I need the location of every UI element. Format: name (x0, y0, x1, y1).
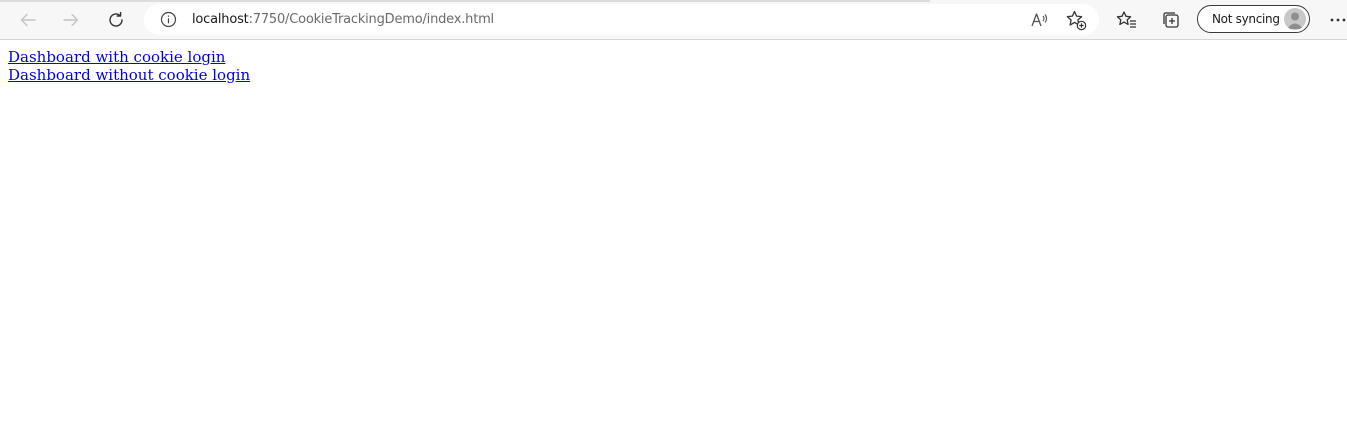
add-favorite-button[interactable] (1064, 8, 1088, 32)
read-aloud-button[interactable] (1028, 8, 1052, 32)
favorites-icon (1116, 11, 1136, 28)
profile-button[interactable]: Not syncing (1197, 5, 1310, 33)
collections-icon (1163, 12, 1179, 28)
forward-arrow-icon (63, 13, 79, 27)
profile-status-label: Not syncing (1212, 12, 1280, 26)
back-button[interactable] (12, 4, 44, 36)
address-url[interactable]: localhost:7750/CookieTrackingDemo/index.… (192, 12, 494, 28)
avatar-icon (1284, 8, 1306, 30)
more-icon (1330, 18, 1346, 22)
favorites-button[interactable] (1111, 4, 1143, 36)
address-bar[interactable]: localhost:7750/CookieTrackingDemo/index.… (144, 4, 1099, 35)
page-content: Dashboard with cookie login Dashboard wi… (8, 48, 250, 84)
tab-strip-indicator (0, 0, 930, 2)
dashboard-without-cookie-login-link[interactable]: Dashboard without cookie login (8, 66, 250, 84)
browser-toolbar: localhost:7750/CookieTrackingDemo/index.… (0, 0, 1347, 40)
refresh-icon (109, 11, 123, 27)
forward-button[interactable] (55, 4, 87, 36)
info-icon[interactable] (160, 11, 177, 28)
read-aloud-icon (1031, 13, 1048, 27)
refresh-button[interactable] (100, 4, 132, 36)
back-arrow-icon (20, 13, 36, 27)
address-host: localhost (192, 12, 249, 27)
address-path: :7750/CookieTrackingDemo/index.html (248, 12, 495, 27)
more-button[interactable] (1322, 4, 1347, 36)
dashboard-with-cookie-login-link[interactable]: Dashboard with cookie login (8, 48, 250, 66)
collections-button[interactable] (1155, 4, 1187, 36)
add-favorite-icon (1066, 10, 1087, 31)
